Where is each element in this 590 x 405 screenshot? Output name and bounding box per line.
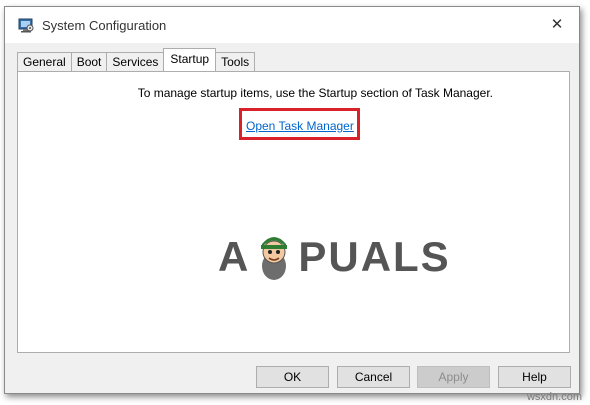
tab-tools[interactable]: Tools <box>215 52 256 71</box>
window-title: System Configuration <box>42 18 167 33</box>
help-button[interactable]: Help <box>498 366 571 388</box>
tab-general[interactable]: General <box>17 52 72 71</box>
msconfig-app-icon <box>18 18 34 33</box>
site-watermark: wsxdn.com <box>526 391 582 403</box>
ok-button[interactable]: OK <box>256 366 329 388</box>
tab-startup[interactable]: Startup <box>163 48 217 71</box>
open-task-manager-link[interactable]: Open Task Manager <box>246 119 354 133</box>
cancel-button[interactable]: Cancel <box>337 366 410 388</box>
startup-info-text: To manage startup items, use the Startup… <box>137 86 493 100</box>
tab-boot[interactable]: Boot <box>70 52 108 71</box>
tab-services[interactable]: Services <box>106 52 165 71</box>
dialog-buttons: OK Cancel Apply Help <box>5 366 579 388</box>
tab-strip: General Boot Services Startup Tools <box>17 48 256 71</box>
close-icon: ✕ <box>550 16 564 33</box>
watermark-letter-a: A <box>218 233 251 280</box>
system-configuration-window: System Configuration ✕ General Boot Serv… <box>4 6 580 394</box>
appuals-mascot-icon <box>261 237 288 280</box>
appuals-watermark: A PUALS <box>218 232 451 282</box>
apply-button[interactable]: Apply <box>417 366 490 388</box>
title-bar[interactable]: System Configuration ✕ <box>5 7 579 43</box>
watermark-text-puals: PUALS <box>298 233 451 280</box>
close-button[interactable]: ✕ <box>535 7 579 41</box>
startup-tab-panel: To manage startup items, use the Startup… <box>17 71 570 353</box>
